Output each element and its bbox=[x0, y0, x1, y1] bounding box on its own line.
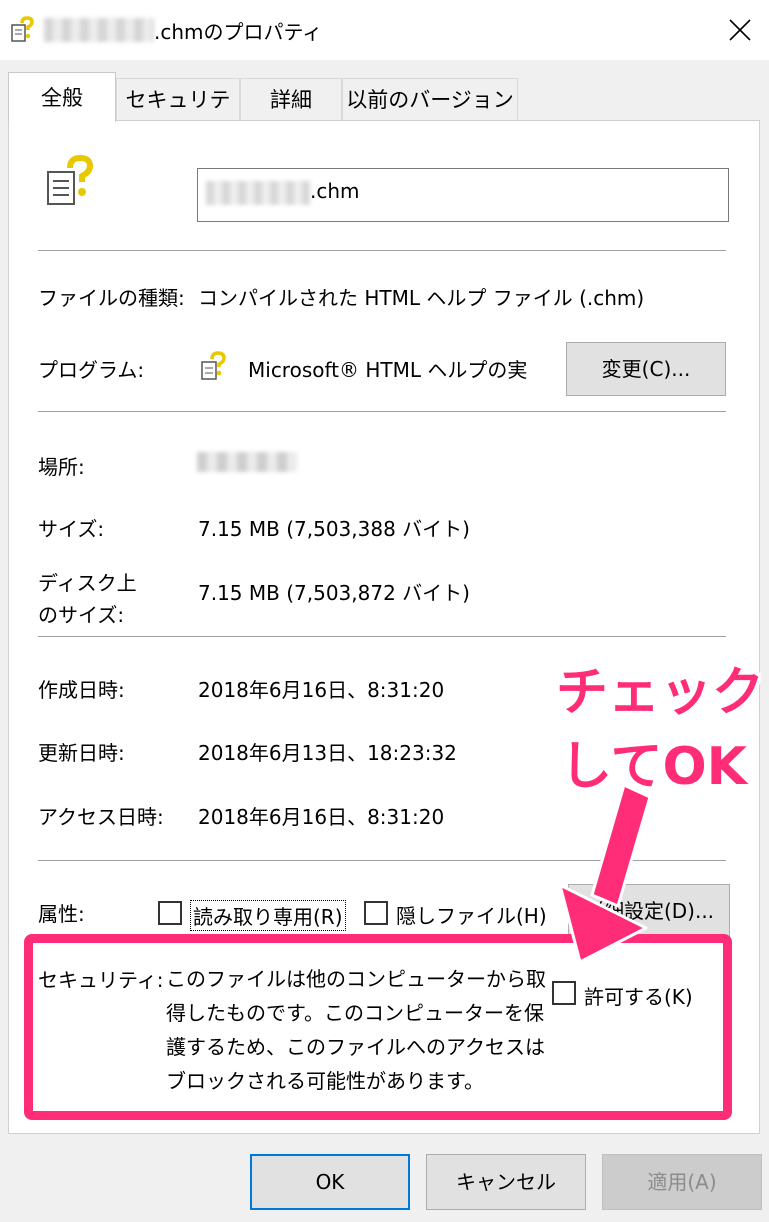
apply-button[interactable]: 適用(A) bbox=[602, 1154, 762, 1210]
annotation-arrow-icon bbox=[558, 782, 652, 964]
cancel-button[interactable]: キャンセル bbox=[426, 1154, 586, 1210]
ok-button[interactable]: OK bbox=[250, 1154, 410, 1210]
tab-general[interactable]: 全般 bbox=[8, 72, 116, 122]
